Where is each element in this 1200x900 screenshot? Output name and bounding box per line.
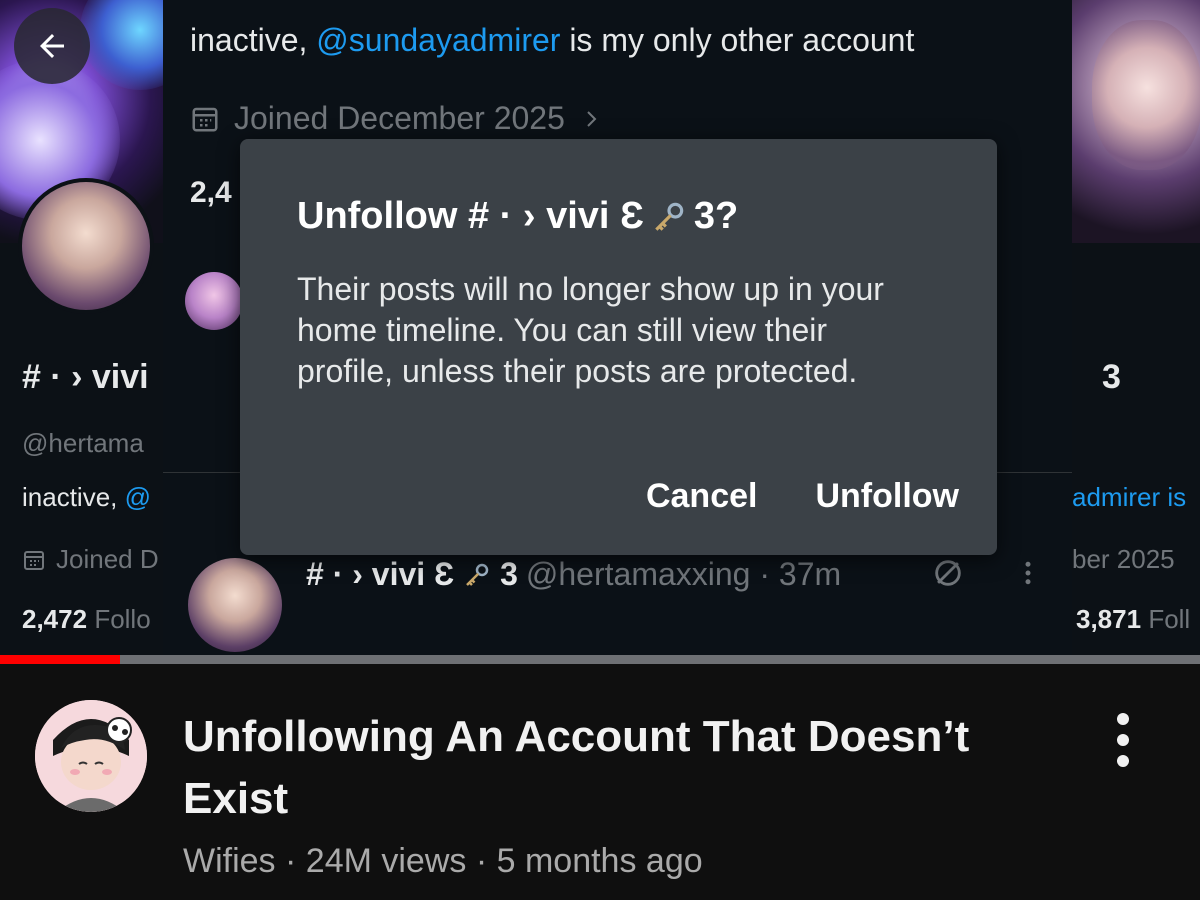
followed-by-avatar[interactable] xyxy=(185,272,243,330)
chevron-right-icon xyxy=(587,110,597,127)
dot xyxy=(1117,713,1129,725)
meta-separator: · xyxy=(466,842,497,880)
channel-avatar[interactable] xyxy=(35,700,147,812)
right-profile-panel: 3 admirer is ber 2025 3,871 Foll xyxy=(1072,0,1200,655)
upload-age: 5 months ago xyxy=(496,842,703,880)
more-options-button[interactable] xyxy=(1098,704,1148,776)
video-meta: Wifies · 24M views · 5 months ago xyxy=(183,842,703,881)
profile-bio-partial: inactive, @ xyxy=(22,482,151,513)
followers-count-partial: 2,4 xyxy=(190,176,232,209)
follower-count-partial[interactable]: 3,871 Foll xyxy=(1076,604,1190,635)
post-handle-time[interactable]: @hertamaxxing · 37m xyxy=(526,556,841,593)
bio-mention-link[interactable]: @sundayadmirer xyxy=(316,22,560,58)
dialog-title-end: 3? xyxy=(693,195,739,237)
channel-name[interactable]: Wifies xyxy=(183,842,276,880)
profile-name-partial: # · › vivi xyxy=(22,358,149,396)
post-author-name-end: 3 xyxy=(500,556,518,592)
dialog-actions: Cancel Unfollow xyxy=(646,477,959,516)
video-info: Unfollowing An Account That Doesn’t Exis… xyxy=(0,664,1200,900)
dialog-title-text: Unfollow # · › vivi Ɛ xyxy=(297,195,644,237)
bio-suffix: is my only other account xyxy=(560,22,915,58)
profile-handle-partial: @hertama xyxy=(22,428,144,458)
post-avatar[interactable] xyxy=(188,558,282,652)
meta-separator: · xyxy=(275,842,306,880)
view-count: 24M views xyxy=(305,842,467,880)
left-profile-panel: # · › vivi @hertama inactive, @ Joined D… xyxy=(0,0,163,655)
unfollow-button[interactable]: Unfollow xyxy=(815,477,959,516)
key-icon xyxy=(466,563,489,586)
joined-date-partial: Joined D xyxy=(22,544,159,575)
dialog-body: Their posts will no longer show up in yo… xyxy=(297,271,884,389)
video-player[interactable]: # · › vivi @hertama inactive, @ Joined D… xyxy=(0,0,1200,655)
channel-avatar-art xyxy=(35,700,147,812)
profile-bio: inactive, @sundayadmirer is my only othe… xyxy=(190,22,914,59)
more-vertical-icon[interactable] xyxy=(1013,558,1043,588)
following-label: Follo xyxy=(94,604,151,634)
followers-count: 3,871 xyxy=(1076,604,1142,634)
followers-label: Foll xyxy=(1148,604,1191,634)
back-arrow-icon xyxy=(40,34,64,58)
profile-name-end: 3 xyxy=(1102,358,1121,396)
dot xyxy=(1117,734,1129,746)
follow-count-partial[interactable]: 2,472 Follo xyxy=(22,604,151,635)
joined-text: Joined December 2025 xyxy=(234,100,565,136)
key-icon xyxy=(655,202,684,231)
post-actions xyxy=(931,556,1043,590)
unfollow-dialog: Unfollow # · › vivi Ɛ 3? Their posts wil… xyxy=(240,139,997,555)
video-progress-bar[interactable] xyxy=(0,655,1200,664)
joined-text: Joined D xyxy=(56,544,159,574)
calendar-icon xyxy=(192,107,218,131)
following-count: 2,472 xyxy=(22,604,88,634)
bio-mention-right[interactable]: admirer is xyxy=(1072,482,1186,512)
bio-partial-right: admirer is xyxy=(1072,482,1186,513)
joined-partial-right: ber 2025 xyxy=(1072,544,1175,574)
bio-text: inactive, xyxy=(22,482,125,512)
dot xyxy=(1117,755,1129,767)
grok-icon[interactable] xyxy=(931,556,965,590)
back-button[interactable] xyxy=(14,8,90,84)
bio-prefix: inactive, xyxy=(190,22,317,58)
post-header: # · › vivi Ɛ 3 @hertamaxxing · 37m xyxy=(306,556,841,593)
dialog-title: Unfollow # · › vivi Ɛ 3? xyxy=(297,195,738,238)
video-title[interactable]: Unfollowing An Account That Doesn’t Exis… xyxy=(183,706,1063,830)
video-progress-fill xyxy=(0,655,120,664)
post-author-name[interactable]: # · › vivi Ɛ xyxy=(306,556,454,593)
profile-banner xyxy=(1072,0,1200,243)
calendar-icon xyxy=(24,550,44,570)
joined-date[interactable]: Joined December 2025 xyxy=(190,100,603,137)
profile-avatar[interactable] xyxy=(18,178,154,314)
cancel-button[interactable]: Cancel xyxy=(646,477,758,516)
bio-mention[interactable]: @ xyxy=(125,482,151,512)
